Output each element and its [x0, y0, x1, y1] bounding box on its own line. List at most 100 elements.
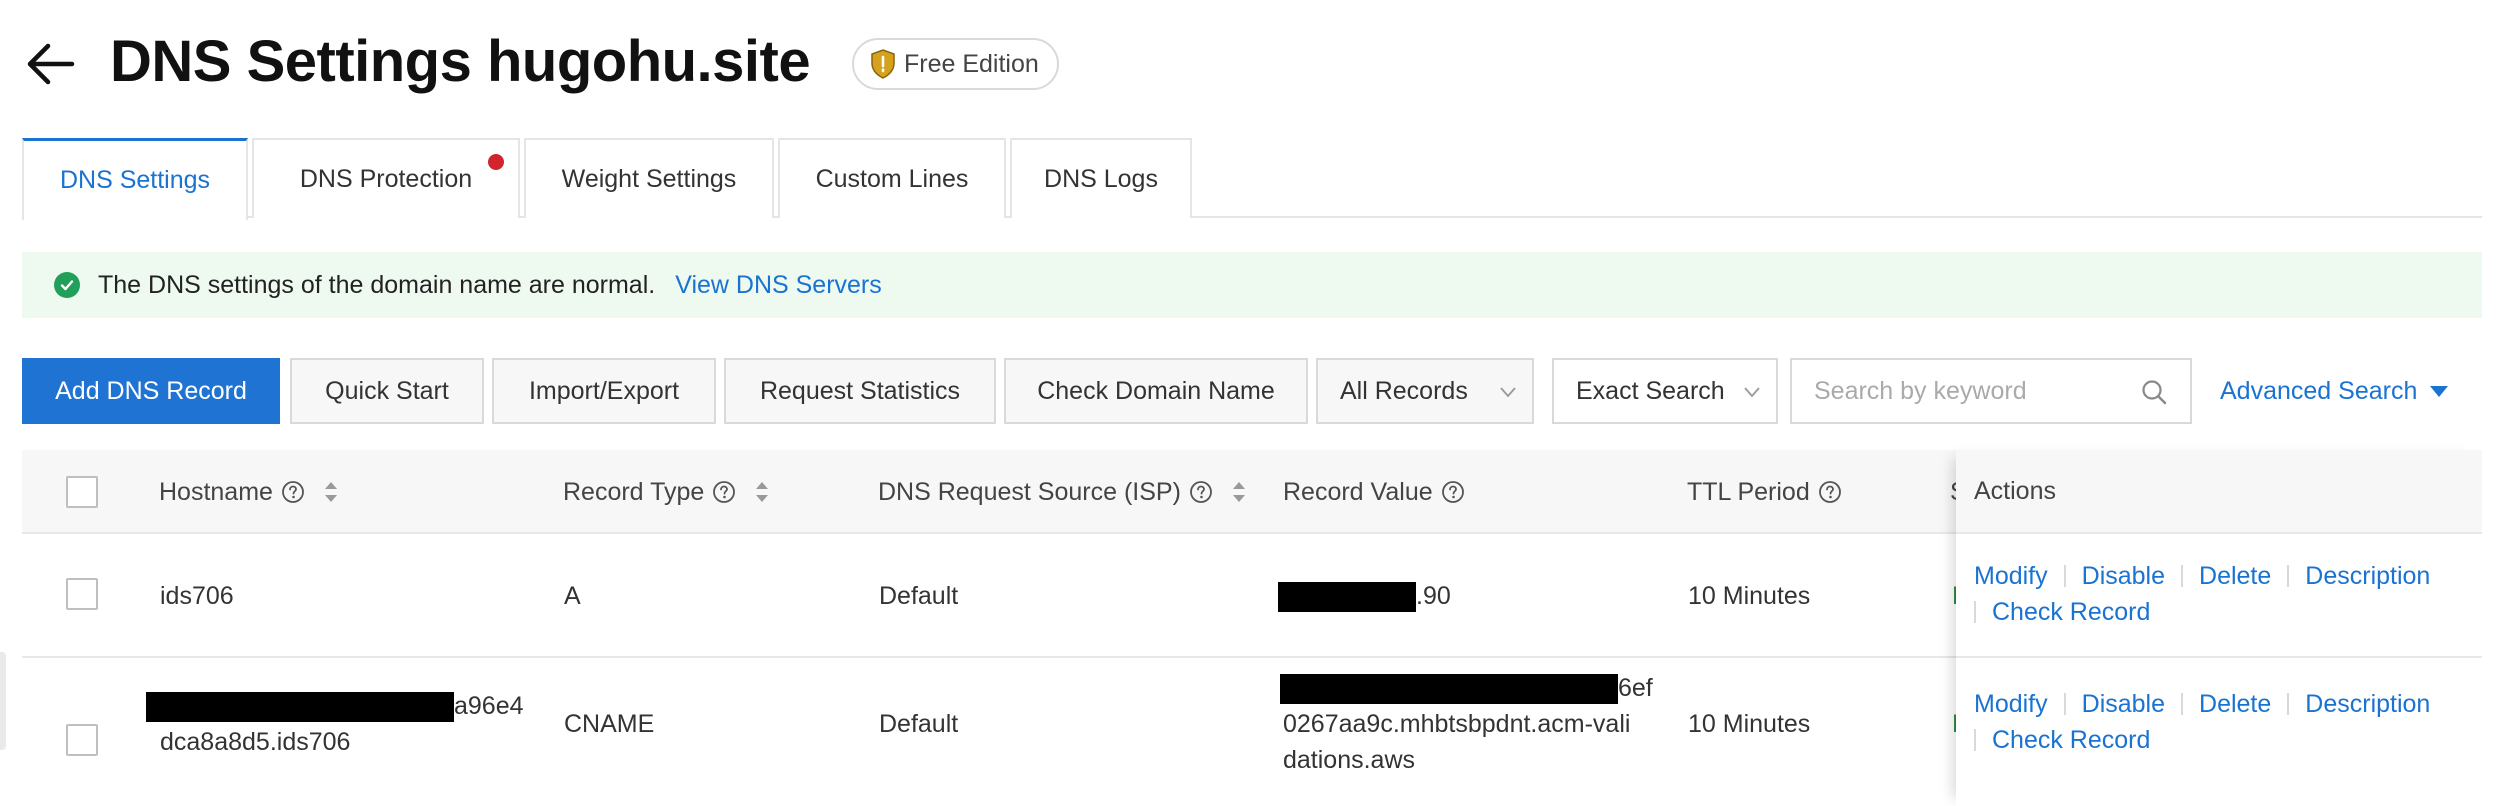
modify-link[interactable]: Modify [1974, 558, 2048, 594]
disable-link[interactable]: Disable [2082, 558, 2165, 594]
check-record-link[interactable]: Check Record [1992, 722, 2150, 758]
redaction-bar [146, 692, 454, 723]
add-dns-record-button[interactable]: Add DNS Record [22, 358, 280, 424]
notice-text: The DNS settings of the domain name are … [98, 270, 656, 299]
page-title: DNS Settings hugohu.site [110, 29, 811, 94]
disable-link[interactable]: Disable [2082, 686, 2165, 722]
redaction-bar [1280, 674, 1618, 705]
column-label: TTL Period [1687, 477, 1810, 506]
back-arrow-icon[interactable] [24, 38, 76, 90]
edition-badge-label: Free Edition [904, 49, 1039, 78]
description-link[interactable]: Description [2305, 558, 2430, 594]
tab-dns-logs[interactable]: DNS Logs [1010, 138, 1192, 218]
check-record-link[interactable]: Check Record [1992, 594, 2150, 630]
ttl-cell: 10 Minutes [1688, 582, 1811, 610]
separator [2063, 693, 2066, 715]
column-actions: Actions [1956, 450, 2482, 534]
redaction-bar [1278, 582, 1416, 613]
separator [1974, 601, 1976, 623]
column-record-type[interactable]: Record Type [563, 450, 770, 534]
advanced-search-toggle[interactable]: Advanced Search [2220, 358, 2449, 424]
record-value-text: .90 [1416, 582, 1451, 610]
record-value-text: 0267aa9c.mhbtsbpdnt.acm-vali [1283, 710, 1631, 738]
sort-icon[interactable] [1231, 479, 1247, 505]
column-label: Hostname [159, 477, 273, 506]
hostname-cell: ids706 [160, 582, 234, 610]
row-actions: Modify Disable Delete Description Check … [1956, 658, 2482, 806]
modify-link[interactable]: Modify [1974, 686, 2048, 722]
actions-column: Actions Modify Disable Delete Descriptio… [1956, 450, 2482, 806]
help-icon[interactable] [712, 480, 736, 504]
check-domain-name-button[interactable]: Check Domain Name [1004, 358, 1308, 424]
tab-dns-protection[interactable]: DNS Protection [252, 138, 520, 218]
delete-link[interactable]: Delete [2199, 558, 2271, 594]
record-value-cell: .90 [1278, 578, 1451, 614]
hostname-text: a96e4 [454, 692, 524, 720]
separator [2181, 693, 2184, 715]
import-export-button[interactable]: Import/Export [492, 358, 716, 424]
tab-dns-settings[interactable]: DNS Settings [22, 138, 248, 220]
row-checkbox[interactable] [66, 578, 98, 610]
tab-label: DNS Protection [299, 164, 473, 193]
separator [2181, 565, 2184, 587]
sort-icon[interactable] [754, 479, 770, 505]
check-circle-icon [54, 272, 80, 298]
records-filter-value: All Records [1340, 376, 1468, 405]
actions-line: Check Record [1974, 594, 2482, 630]
actions-line: Modify Disable Delete Description [1974, 558, 2482, 594]
chevron-down-icon [1744, 387, 1760, 398]
actions-line: Modify Disable Delete Description [1974, 686, 2482, 722]
description-link[interactable]: Description [2305, 686, 2430, 722]
request-statistics-button[interactable]: Request Statistics [724, 358, 996, 424]
actions-line: Check Record [1974, 722, 2482, 758]
notification-dot [488, 154, 504, 170]
column-ttl: TTL Period [1687, 450, 1842, 534]
sort-icon[interactable] [323, 479, 339, 505]
help-icon[interactable] [281, 480, 305, 504]
ttl-cell: 10 Minutes [1688, 710, 1811, 738]
search-icon[interactable] [2140, 378, 2168, 406]
separator [2063, 565, 2066, 587]
quick-start-button[interactable]: Quick Start [290, 358, 484, 424]
toolbar: Add DNS Record Quick Start Import/Export… [22, 358, 2482, 424]
search-input[interactable] [1792, 360, 2112, 422]
view-dns-servers-link[interactable]: View DNS Servers [675, 271, 882, 300]
separator [2287, 565, 2290, 587]
tab-weight-settings[interactable]: Weight Settings [524, 138, 774, 218]
tab-custom-lines[interactable]: Custom Lines [778, 138, 1006, 218]
advanced-search-label: Advanced Search [2220, 376, 2418, 405]
record-value-text: 6ef [1618, 674, 1653, 702]
help-icon[interactable] [1441, 480, 1465, 504]
edition-badge: Free Edition [852, 38, 1059, 90]
search-mode-value: Exact Search [1576, 376, 1725, 405]
record-type-cell: CNAME [564, 710, 655, 738]
hostname-cell: a96e4 [146, 688, 524, 724]
chevron-down-icon [1500, 387, 1516, 398]
tab-label: Weight Settings [561, 164, 737, 193]
isp-cell: Default [879, 582, 959, 610]
hostname-text: dca8a8d5.ids706 [160, 728, 351, 756]
search-mode-select[interactable]: Exact Search [1552, 358, 1778, 424]
row-checkbox[interactable] [66, 724, 98, 756]
column-label: Record Type [563, 477, 705, 506]
records-filter-select[interactable]: All Records [1316, 358, 1534, 424]
help-icon[interactable] [1189, 480, 1213, 504]
dns-settings-page: DNS Settings hugohu.site Free Edition DN… [0, 0, 2498, 806]
column-isp[interactable]: DNS Request Source (ISP) [878, 450, 1247, 534]
separator [1974, 729, 1976, 751]
tab-label: DNS Settings [59, 166, 211, 194]
shield-icon [871, 49, 895, 79]
tab-label: DNS Logs [1044, 164, 1158, 193]
column-hostname[interactable]: Hostname [159, 450, 339, 534]
column-record-value: Record Value [1283, 450, 1465, 534]
tab-bar: DNS Settings DNS Protection Weight Setti… [22, 138, 2482, 220]
column-label: DNS Request Source (ISP) [878, 477, 1181, 506]
separator [2287, 693, 2290, 715]
page-header: DNS Settings hugohu.site Free Edition [0, 0, 2498, 130]
delete-link[interactable]: Delete [2199, 686, 2271, 722]
status-notice: The DNS settings of the domain name are … [22, 252, 2482, 318]
help-icon[interactable] [1818, 480, 1842, 504]
row-actions: Modify Disable Delete Description Check … [1956, 534, 2482, 658]
scroll-edge [0, 652, 6, 750]
select-all-checkbox[interactable] [66, 476, 98, 508]
